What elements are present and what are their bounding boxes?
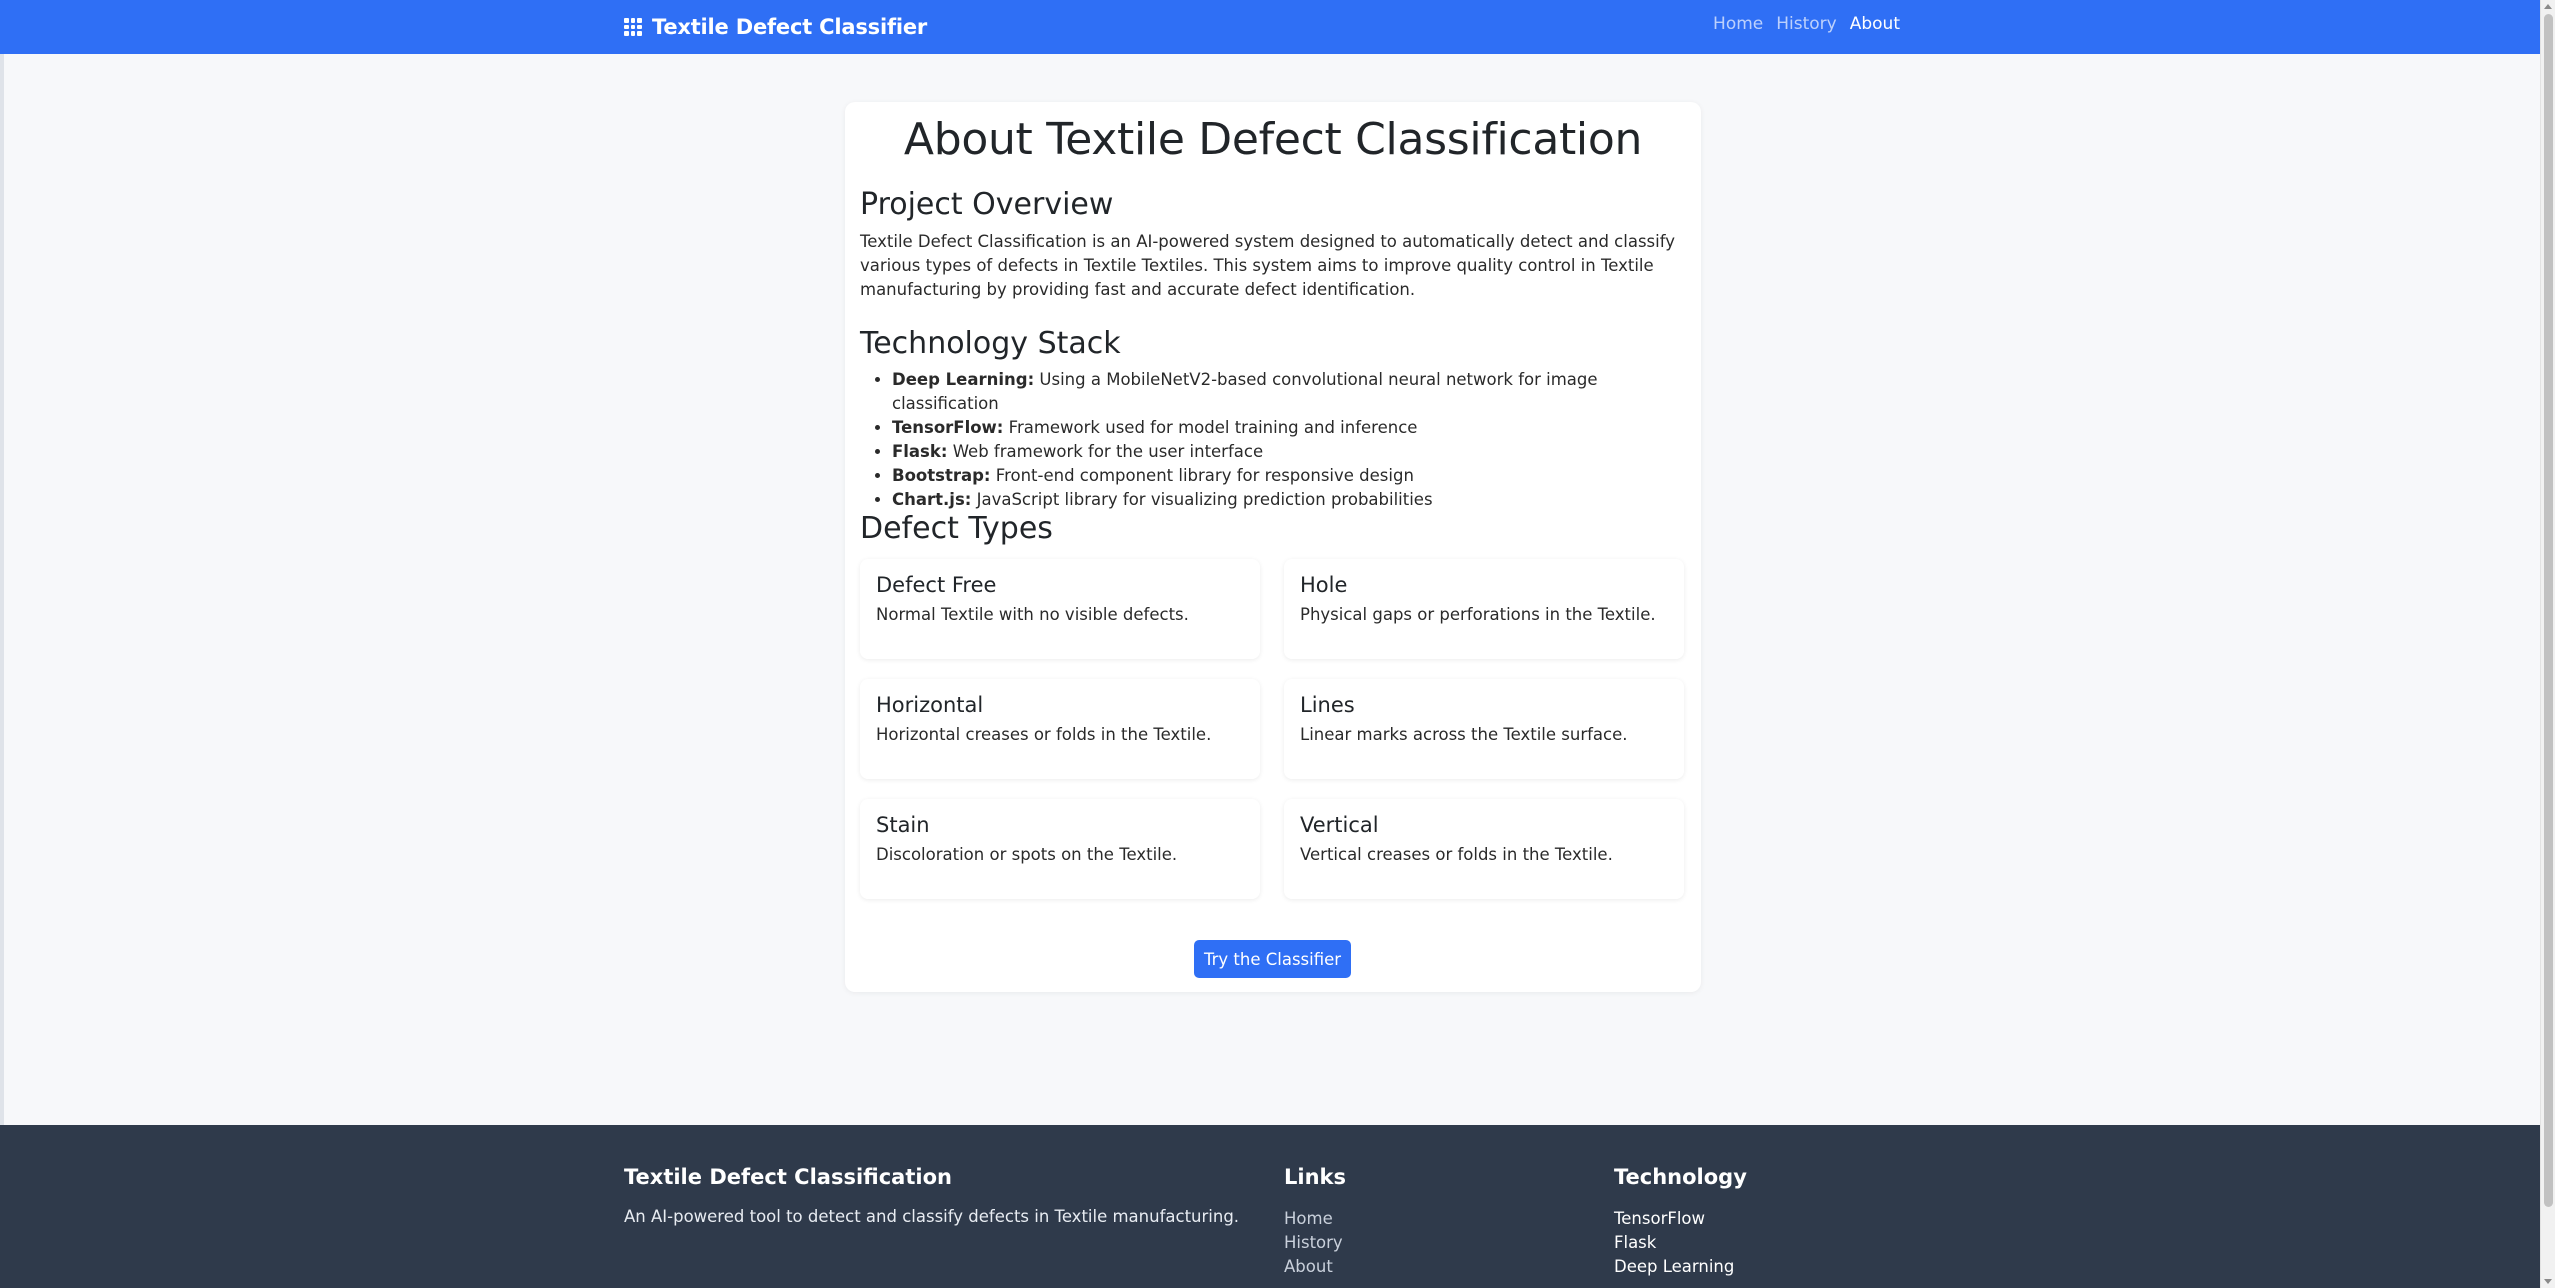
- defect-desc: Vertical creases or folds in the Textile…: [1300, 845, 1613, 864]
- tech-name: TensorFlow:: [892, 418, 1004, 437]
- footer-links-title: Links: [1284, 1165, 1346, 1189]
- about-card: About Textile Defect Classification Proj…: [845, 102, 1701, 992]
- vertical-scrollbar[interactable]: [2540, 0, 2555, 1288]
- tech-name: Bootstrap:: [892, 466, 991, 485]
- defect-title: Defect Free: [876, 573, 997, 597]
- nav-link-home[interactable]: Home: [1713, 14, 1763, 34]
- defect-desc: Linear marks across the Textile surface.: [1300, 725, 1628, 744]
- brand-label: Textile Defect Classifier: [652, 15, 928, 39]
- defect-title: Lines: [1300, 693, 1355, 717]
- defect-desc: Discoloration or spots on the Textile.: [876, 845, 1178, 864]
- list-item: Chart.js: JavaScript library for visuali…: [892, 488, 1701, 512]
- list-item: TensorFlow: [1614, 1209, 1706, 1228]
- tech-desc: Framework used for model training and in…: [1003, 418, 1418, 437]
- tech-desc: JavaScript library for visualizing predi…: [971, 490, 1433, 509]
- list-item: History: [1284, 1231, 1346, 1255]
- list-item: Bootstrap: Front-end component library f…: [892, 464, 1701, 488]
- scroll-down-icon[interactable]: [2544, 1279, 2552, 1284]
- window-edge: [0, 0, 4, 1288]
- defect-desc: Physical gaps or perforations in the Tex…: [1300, 605, 1656, 624]
- top-navbar: Textile Defect Classifier Home History A…: [0, 0, 2540, 54]
- list-item: Flask: [1614, 1233, 1657, 1252]
- tech-name: Flask:: [892, 442, 948, 461]
- nav-link-history[interactable]: History: [1776, 14, 1836, 34]
- tech-stack-heading: Technology Stack: [860, 326, 1121, 361]
- footer-technology-list: TensorFlow Flask Deep Learning: [1614, 1207, 1747, 1279]
- tech-desc: Web framework for the user interface: [947, 442, 1264, 461]
- grid-icon: [624, 18, 642, 36]
- defect-card-defect-free: Defect Free Normal Textile with no visib…: [860, 559, 1260, 659]
- site-footer: Textile Defect Classification An AI-powe…: [0, 1125, 2540, 1288]
- tech-name: Chart.js:: [892, 490, 972, 509]
- defect-card-lines: Lines Linear marks across the Textile su…: [1284, 679, 1684, 779]
- list-item: About: [1284, 1255, 1346, 1279]
- scroll-up-icon[interactable]: [2544, 4, 2552, 9]
- footer-about-title: Textile Defect Classification: [624, 1165, 952, 1189]
- footer-technology-title: Technology: [1614, 1165, 1747, 1189]
- defect-card-stain: Stain Discoloration or spots on the Text…: [860, 799, 1260, 899]
- footer-about-text: An AI-powered tool to detect and classif…: [624, 1207, 1240, 1226]
- list-item: Home: [1284, 1207, 1346, 1231]
- defect-card-hole: Hole Physical gaps or perforations in th…: [1284, 559, 1684, 659]
- defect-title: Hole: [1300, 573, 1348, 597]
- footer-link-about[interactable]: About: [1284, 1257, 1333, 1276]
- overview-text: Textile Defect Classification is an AI-p…: [860, 232, 1676, 299]
- nav-links: Home History About: [1713, 14, 1900, 34]
- try-classifier-button[interactable]: Try the Classifier: [1194, 940, 1351, 978]
- defect-types-heading: Defect Types: [860, 511, 1053, 546]
- defect-title: Vertical: [1300, 813, 1379, 837]
- list-item: Deep Learning: Using a MobileNetV2-based…: [892, 368, 1701, 416]
- defect-card-vertical: Vertical Vertical creases or folds in th…: [1284, 799, 1684, 899]
- footer-link-history[interactable]: History: [1284, 1233, 1343, 1252]
- tech-name: Deep Learning:: [892, 370, 1035, 389]
- footer-link-home[interactable]: Home: [1284, 1209, 1333, 1228]
- list-item: TensorFlow: Framework used for model tra…: [892, 416, 1701, 440]
- defect-desc: Horizontal creases or folds in the Texti…: [876, 725, 1212, 744]
- defect-card-horizontal: Horizontal Horizontal creases or folds i…: [860, 679, 1260, 779]
- footer-links: Links Home History About: [1284, 1165, 1346, 1279]
- tech-desc: Front-end component library for responsi…: [990, 466, 1414, 485]
- defect-desc: Normal Textile with no visible defects.: [876, 605, 1189, 624]
- navbar-brand[interactable]: Textile Defect Classifier: [624, 13, 927, 41]
- footer-about: Textile Defect Classification An AI-powe…: [624, 1165, 1239, 1226]
- list-item: Deep Learning: [1614, 1257, 1735, 1276]
- list-item: Flask: Web framework for the user interf…: [892, 440, 1701, 464]
- tech-stack-list: Deep Learning: Using a MobileNetV2-based…: [892, 368, 1701, 512]
- overview-heading: Project Overview: [860, 187, 1114, 222]
- defect-title: Horizontal: [876, 693, 984, 717]
- footer-links-list: Home History About: [1284, 1207, 1346, 1279]
- footer-technology: Technology TensorFlow Flask Deep Learnin…: [1614, 1165, 1747, 1279]
- defect-title: Stain: [876, 813, 930, 837]
- page-title: About Textile Defect Classification: [903, 114, 1643, 165]
- nav-link-about[interactable]: About: [1850, 14, 1900, 34]
- scrollbar-thumb[interactable]: [2544, 14, 2553, 1207]
